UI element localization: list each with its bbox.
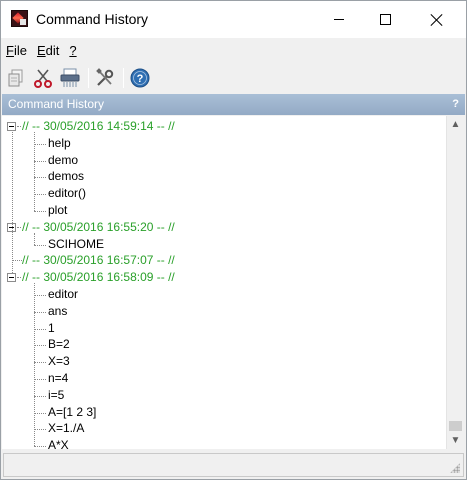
panel-header: Command History ? <box>2 94 465 115</box>
tree-connector <box>34 232 35 245</box>
tree-connector <box>12 260 22 262</box>
command-text: editor <box>48 287 79 301</box>
tree-connector <box>17 126 21 127</box>
tree-connector <box>34 362 46 364</box>
close-icon <box>431 14 443 26</box>
tree-connector <box>34 194 46 196</box>
tree-connector <box>34 177 46 179</box>
command-text: ans <box>48 303 68 318</box>
history-command-item[interactable] <box>2 202 442 219</box>
toolbar-separator <box>88 68 89 88</box>
tree-connector <box>34 143 46 145</box>
scroll-up-icon[interactable]: ▲ <box>447 116 464 133</box>
status-bar <box>3 453 464 477</box>
command-text: demo <box>48 152 79 167</box>
tree-connector <box>34 328 46 330</box>
tree-connector <box>34 311 46 313</box>
command-text: SCIHOME <box>48 236 105 251</box>
menu-file[interactable]: File <box>6 43 27 58</box>
history-command-item[interactable] <box>2 303 442 320</box>
history-command-item[interactable] <box>2 387 442 404</box>
command-text: X=3 <box>48 354 70 369</box>
vertical-scrollbar[interactable]: ▲ ▼ <box>446 116 464 449</box>
menu-edit[interactable]: Edit <box>37 43 59 58</box>
command-text: B=2 <box>48 337 70 352</box>
history-command-item[interactable] <box>2 320 442 337</box>
tree-connector <box>34 211 46 212</box>
command-text: 1 <box>48 320 55 335</box>
tree-connector <box>34 132 35 211</box>
command-text: plot <box>48 203 68 217</box>
help-button[interactable]: ? <box>129 67 151 89</box>
session-timestamp-label: // -- 30/05/2016 16:55:20 -- // <box>22 219 175 234</box>
command-text: help <box>48 135 71 150</box>
copy-icon <box>8 69 23 87</box>
menu-bar: File Edit ? <box>1 39 466 61</box>
menu-file-mnemonic: F <box>6 42 14 58</box>
session-timestamp-label: // -- 30/05/2016 16:57:07 -- // <box>22 253 175 268</box>
tree-connector <box>34 395 46 397</box>
resize-grip-icon[interactable] <box>450 463 460 473</box>
toolbar: ? <box>1 63 466 93</box>
title-bar[interactable]: Command History <box>1 1 466 38</box>
command-text: editor() <box>48 186 87 201</box>
clear-history-button[interactable] <box>59 67 81 89</box>
cut-button[interactable] <box>32 67 54 89</box>
command-text: n=4 <box>48 371 69 385</box>
command-text: A*X <box>48 438 69 449</box>
menu-edit-label: dit <box>45 42 60 58</box>
toolbar-separator <box>123 68 124 88</box>
command-text: i=5 <box>48 387 65 402</box>
session-timestamp-label: // -- 30/05/2016 16:58:09 -- // <box>22 270 175 285</box>
command-text: demos <box>48 169 85 184</box>
tree-connector <box>34 345 46 347</box>
clear-history-icon <box>60 68 80 87</box>
tree-connector <box>34 295 46 296</box>
command-text: A=[1 2 3] <box>48 404 97 419</box>
tree-connector <box>34 244 46 246</box>
tree-connector <box>34 429 46 431</box>
maximize-icon <box>379 14 391 25</box>
tree-connector <box>34 412 46 414</box>
scilab-app-icon <box>11 10 28 27</box>
tree-connector <box>34 160 46 162</box>
menu-edit-mnemonic: E <box>36 42 46 58</box>
history-tree: // -- 30/05/2016 14:59:14 -- // help demo d… <box>2 116 446 449</box>
minimize-icon <box>334 19 344 20</box>
tree-connector <box>17 226 21 228</box>
command-text: X=1./A <box>48 421 85 436</box>
copy-button[interactable] <box>6 67 28 89</box>
panel-title: Command History <box>8 97 105 111</box>
session-timestamp-label: // -- 30/05/2016 14:59:14 -- // <box>22 119 175 133</box>
cut-icon <box>34 69 52 88</box>
minimize-button[interactable] <box>316 1 362 38</box>
maximize-button[interactable] <box>362 1 408 38</box>
scrollbar-thumb[interactable] <box>449 421 462 431</box>
preferences-button[interactable] <box>94 67 116 89</box>
tree-connector <box>12 132 13 274</box>
tree-connector <box>34 446 46 448</box>
svg-text:?: ? <box>137 73 144 85</box>
close-button[interactable] <box>414 1 460 38</box>
command-history-window: Command History File Edit ? ? Command Hi… <box>0 0 467 480</box>
scroll-down-icon[interactable]: ▼ <box>447 432 464 449</box>
window-title: Command History <box>36 11 149 27</box>
preferences-icon <box>96 68 114 86</box>
menu-file-label: ile <box>13 42 27 58</box>
panel-help-icon[interactable]: ? <box>452 94 459 115</box>
menu-help-mnemonic: ? <box>69 42 77 58</box>
tree-connector <box>17 277 21 279</box>
tree-connector <box>34 283 35 447</box>
collapse-icon[interactable] <box>7 273 16 283</box>
collapse-icon[interactable] <box>7 122 16 131</box>
menu-help[interactable]: ? <box>69 43 76 58</box>
tree-connector <box>34 379 46 380</box>
help-icon: ? <box>130 68 150 88</box>
